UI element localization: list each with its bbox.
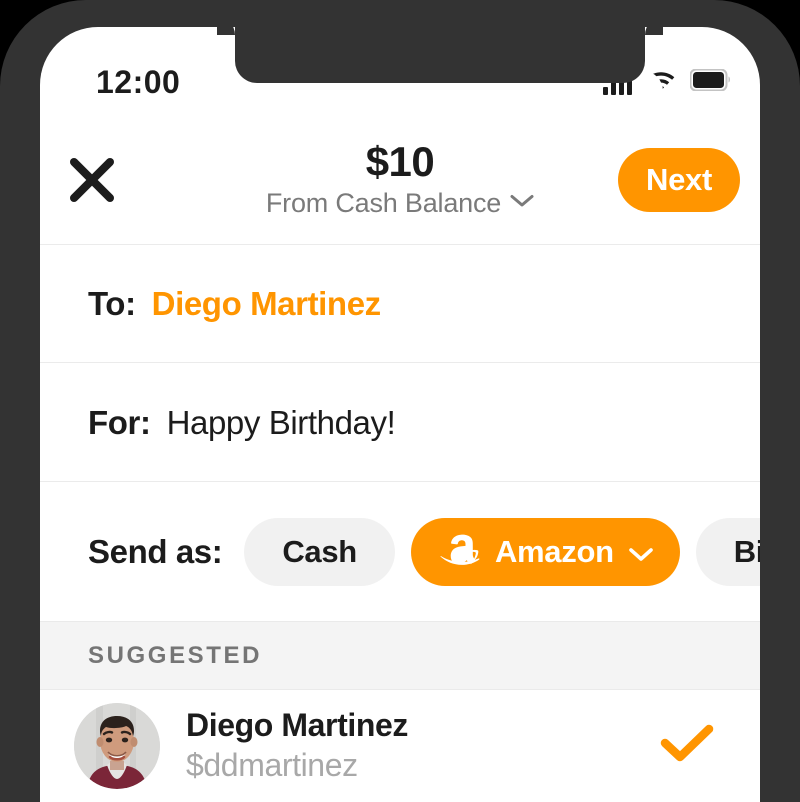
for-label: For: [88, 403, 151, 441]
send-as-options: Cash Amazon B [244, 518, 760, 586]
battery-icon [689, 68, 732, 96]
screen-header: $10 From Cash Balance Next [40, 116, 760, 245]
send-as-option-label: Bitcoin [733, 534, 760, 569]
send-as-option-label: Cash [282, 534, 357, 569]
recipient-row[interactable]: To: Diego Martinez [40, 245, 760, 363]
note-row[interactable]: For: Happy Birthday! [40, 364, 760, 482]
next-button[interactable]: Next [618, 148, 740, 212]
close-button[interactable] [62, 150, 122, 210]
suggested-section-header: SUGGESTED [40, 621, 760, 690]
send-as-row: Send as: Cash Amazon B [40, 483, 760, 621]
amazon-logo-icon [437, 528, 481, 576]
amount-source-label: From Cash Balance [265, 188, 502, 219]
amount-source-row: From Cash Balance [220, 188, 580, 219]
avatar [74, 703, 160, 789]
status-bar-time: 12:00 [96, 64, 181, 100]
send-as-label: Send as: [88, 533, 223, 570]
for-value: Happy Birthday! [166, 403, 396, 441]
check-icon [660, 723, 714, 770]
send-as-option-cash[interactable]: Cash [244, 518, 395, 586]
phone-screen: 12:00 $10 From Cash Balance Next To: Die… [40, 27, 760, 802]
phone-notch [217, 27, 663, 83]
chevron-down-icon [628, 534, 654, 570]
to-value: Diego Martinez [151, 284, 381, 322]
to-label: To: [88, 284, 136, 322]
send-as-option-amazon[interactable]: Amazon [410, 518, 680, 586]
contact-handle: $ddmartinez [186, 747, 358, 784]
close-icon [70, 158, 114, 202]
contact-name: Diego Martinez [186, 707, 408, 744]
suggested-section-title: SUGGESTED [88, 641, 263, 669]
amount-selector[interactable]: $10 From Cash Balance [220, 138, 580, 219]
phone-frame: 12:00 $10 From Cash Balance Next To: Die… [0, 0, 800, 802]
suggested-contact-row[interactable]: Diego Martinez $ddmartinez [40, 690, 760, 802]
chevron-down-icon [510, 194, 534, 213]
send-as-option-label: Amazon [494, 534, 614, 569]
send-as-option-bitcoin[interactable]: Bitcoin [695, 518, 760, 586]
contact-text: Diego Martinez $ddmartinez [186, 707, 660, 784]
amount-value: $10 [365, 138, 435, 185]
